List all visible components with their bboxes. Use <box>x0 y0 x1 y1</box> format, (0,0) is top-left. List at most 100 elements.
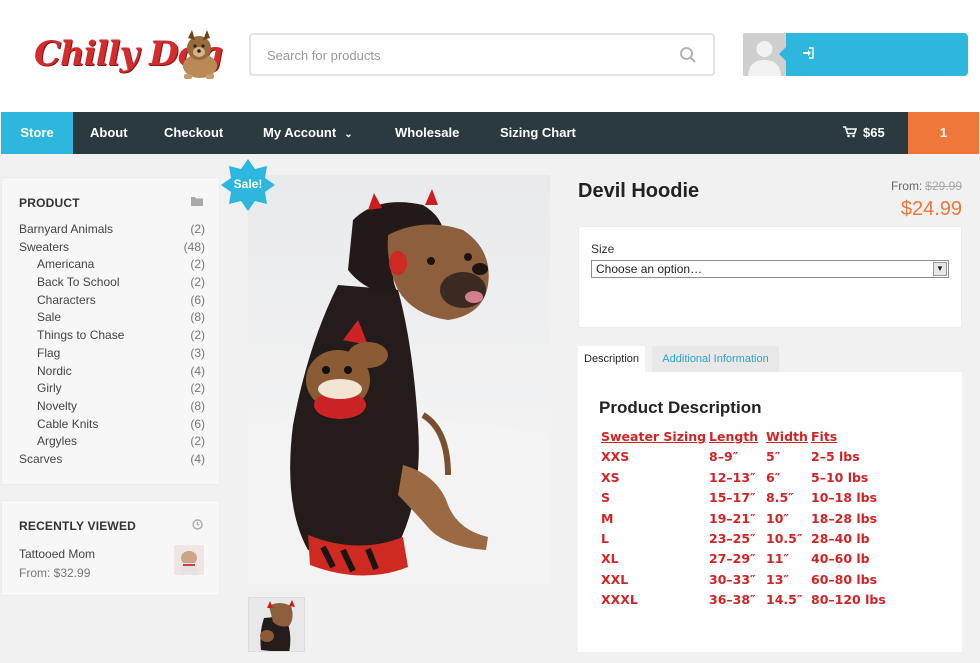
category-item[interactable]: Scarves (4) <box>19 452 205 470</box>
sizing-table-cell: 18–28 lbs <box>811 510 878 526</box>
category-item[interactable]: Flag (3) <box>19 346 205 364</box>
sizing-table-cell: Width <box>766 429 808 444</box>
widget-title: PRODUCT <box>19 196 80 210</box>
category-item[interactable]: Novelty (8) <box>19 399 205 417</box>
category-count: (2) <box>190 222 205 236</box>
product-title: Devil Hoodie <box>578 180 700 202</box>
sizing-table-cell: 8.5″ <box>766 490 794 506</box>
sizing-table-cell: 15–17″ <box>709 490 756 506</box>
nav-store[interactable]: Store <box>1 112 73 154</box>
sizing-table-cell: 14.5″ <box>766 592 803 608</box>
category-name: Scarves <box>19 451 63 466</box>
category-name: Sweaters <box>19 239 70 254</box>
dropdown-arrow-icon: ▼ <box>933 262 947 276</box>
recent-item-thumbnail[interactable] <box>174 545 204 575</box>
category-item[interactable]: Argyles (2) <box>19 434 205 452</box>
size-select[interactable]: Choose an option… ▼ <box>591 260 949 278</box>
category-item[interactable]: Cable Knits (6) <box>19 417 205 435</box>
sizing-table-cell: 2–5 lbs <box>811 449 860 465</box>
sizing-table-cell: XXXL <box>601 592 638 608</box>
category-count: (6) <box>190 416 205 431</box>
category-count: (3) <box>190 345 205 360</box>
sale-badge: Sale! <box>233 177 263 191</box>
current-price: $24.99 <box>900 198 962 220</box>
sizing-table-cell: S <box>601 490 611 506</box>
sizing-table-cell: 40–60 lb <box>811 551 870 567</box>
dog-in-hoodie-image <box>248 175 550 585</box>
recently-viewed-widget: RECENTLY VIEWED Tattooed Mom From: $32.9… <box>1 500 220 596</box>
sizing-table-cell: 27–29″ <box>709 551 756 567</box>
search-input[interactable] <box>267 46 647 64</box>
category-item[interactable]: Sale (8) <box>19 310 205 328</box>
size-label: Size <box>591 242 615 256</box>
category-item[interactable]: Girly (2) <box>19 381 205 399</box>
recent-item-price: From: $32.99 <box>19 566 91 580</box>
size-select-value: Choose an option… <box>596 262 703 276</box>
category-name: Cable Knits <box>37 416 99 431</box>
sizing-table-row: XS 12–13″ 6″ 5–10 lbs <box>601 470 941 490</box>
sizing-table-cell: 10–18 lbs <box>811 490 878 506</box>
category-name: Americana <box>37 257 95 272</box>
category-name: Argyles <box>37 434 78 449</box>
category-count: (2) <box>190 275 205 290</box>
sizing-table-cell: 80–120 lbs <box>811 592 886 608</box>
sizing-table-row: S 15–17″ 8.5″ 10–18 lbs <box>601 490 941 510</box>
category-count: (2) <box>190 328 205 343</box>
sizing-table-cell: 12–13″ <box>709 469 756 485</box>
cart-total-link[interactable]: $65 <box>843 112 885 154</box>
sizing-table-cell: Sweater Sizing <box>601 429 707 444</box>
site-logo[interactable]: Chilly Dog <box>30 28 225 88</box>
widget-title: RECENTLY VIEWED <box>19 519 137 533</box>
product-categories-widget: PRODUCT Barnyard Animals (2) Sweaters (48) A… <box>1 177 220 485</box>
sizing-table-cell: 5″ <box>766 449 781 465</box>
sizing-table-cell: 13″ <box>766 571 789 587</box>
nav-checkout[interactable]: Checkout <box>164 112 223 154</box>
category-name: Girly <box>37 381 62 396</box>
category-item[interactable]: Nordic (4) <box>19 364 205 382</box>
nav-wholesale[interactable]: Wholesale <box>395 112 459 154</box>
sizing-table: Sweater Sizing Length Width Fits XXS 8–9″ 5″ 2–… <box>601 429 941 613</box>
sizing-table-cell: M <box>601 510 614 526</box>
description-heading: Product Description <box>599 398 762 417</box>
cart-count-badge[interactable]: 1 <box>908 112 979 154</box>
category-item[interactable]: Characters (6) <box>19 293 205 311</box>
category-name: Flag <box>37 345 61 360</box>
variation-form: Size Choose an option… ▼ <box>578 226 962 328</box>
category-count: (8) <box>190 310 205 325</box>
category-count: (2) <box>190 434 205 449</box>
sizing-table-cell: 8–9″ <box>709 449 739 465</box>
category-name: Nordic <box>37 363 72 378</box>
category-item[interactable]: Sweaters (48) <box>19 240 205 258</box>
tab-description[interactable]: Description <box>578 346 646 372</box>
category-count: (4) <box>190 363 205 378</box>
nav-my-account[interactable]: My Account ⌄ <box>263 112 353 154</box>
search-icon[interactable] <box>679 46 697 64</box>
product-thumbnail[interactable] <box>248 597 305 652</box>
tab-additional-information[interactable]: Additional Information <box>652 346 779 372</box>
sizing-table-cell: 11″ <box>766 551 789 567</box>
category-count: (6) <box>190 292 205 307</box>
category-item[interactable]: Back To School (2) <box>19 275 205 293</box>
nav-about[interactable]: About <box>90 112 128 154</box>
sizing-table-row: M 19–21″ 10″ 18–28 lbs <box>601 511 941 531</box>
search-box <box>249 33 715 76</box>
category-name: Novelty <box>37 398 78 413</box>
sizing-table-cell: 10.5″ <box>766 530 803 546</box>
login-button[interactable] <box>779 33 968 76</box>
sizing-table-cell: 5–10 lbs <box>811 469 869 485</box>
sizing-table-cell: Fits <box>811 429 838 444</box>
product-thumbnail-image <box>174 545 204 575</box>
product-main-image[interactable] <box>248 175 550 585</box>
category-item[interactable]: Barnyard Animals (2) <box>19 222 205 240</box>
recent-item-name[interactable]: Tattooed Mom <box>19 547 95 561</box>
sizing-table-cell: 6″ <box>766 469 781 485</box>
user-area <box>743 33 968 76</box>
category-item[interactable]: Things to Chase (2) <box>19 328 205 346</box>
product-thumbnail-image <box>249 598 304 651</box>
category-name: Back To School <box>37 275 120 290</box>
category-item[interactable]: Americana (2) <box>19 257 205 275</box>
category-count: (2) <box>190 381 205 396</box>
nav-sizing-chart[interactable]: Sizing Chart <box>500 112 576 154</box>
sizing-table-cell: 19–21″ <box>709 510 756 526</box>
sizing-table-cell: 23–25″ <box>709 530 756 546</box>
